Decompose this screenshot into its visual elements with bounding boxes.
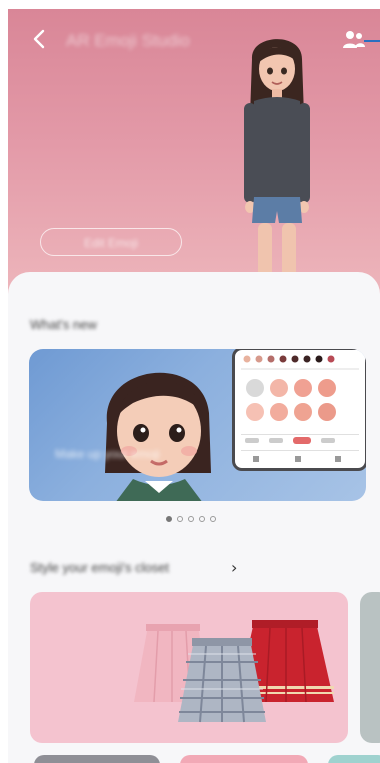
page-title: AR Emoji Studio [66, 31, 190, 50]
banner-page-indicator[interactable] [166, 516, 216, 524]
edit-emoji-label: Edit Emoji [83, 236, 139, 250]
chevron-right-icon[interactable]: › [231, 558, 237, 577]
people-button[interactable] [342, 29, 366, 51]
closet-card-row2-2[interactable] [180, 755, 308, 763]
callout-line [364, 40, 380, 42]
phone-screen: AR Emoji Studio Edit Emoji What's new Ma… [8, 9, 380, 763]
whats-new-title: What's new [30, 317, 97, 332]
people-icon [343, 31, 365, 48]
page-dot-4[interactable] [199, 516, 205, 522]
closet-card-next[interactable] [360, 592, 380, 743]
page-dot-1[interactable] [166, 516, 172, 522]
whats-new-banner[interactable]: Make up your emoji [29, 349, 366, 501]
edit-emoji-button[interactable]: Edit Emoji [40, 228, 182, 256]
avatar-face-image [105, 372, 211, 501]
closet-section-title[interactable]: Style your emoji's closet [30, 560, 169, 575]
banner-caption: Make up your emoji [55, 447, 160, 461]
back-button[interactable] [28, 27, 52, 51]
chevron-left-icon [33, 29, 45, 49]
closet-card-skirts[interactable] [30, 592, 348, 743]
skirts-image [134, 620, 334, 723]
makeup-app-preview [232, 349, 366, 471]
closet-card-row2-1[interactable] [34, 755, 160, 763]
hero-area [8, 9, 380, 309]
makeup-palette-preview [241, 355, 359, 462]
closet-card-row2-3[interactable] [328, 755, 380, 763]
page-dot-2[interactable] [177, 516, 183, 522]
page-dot-3[interactable] [188, 516, 194, 522]
page-dot-5[interactable] [210, 516, 216, 522]
